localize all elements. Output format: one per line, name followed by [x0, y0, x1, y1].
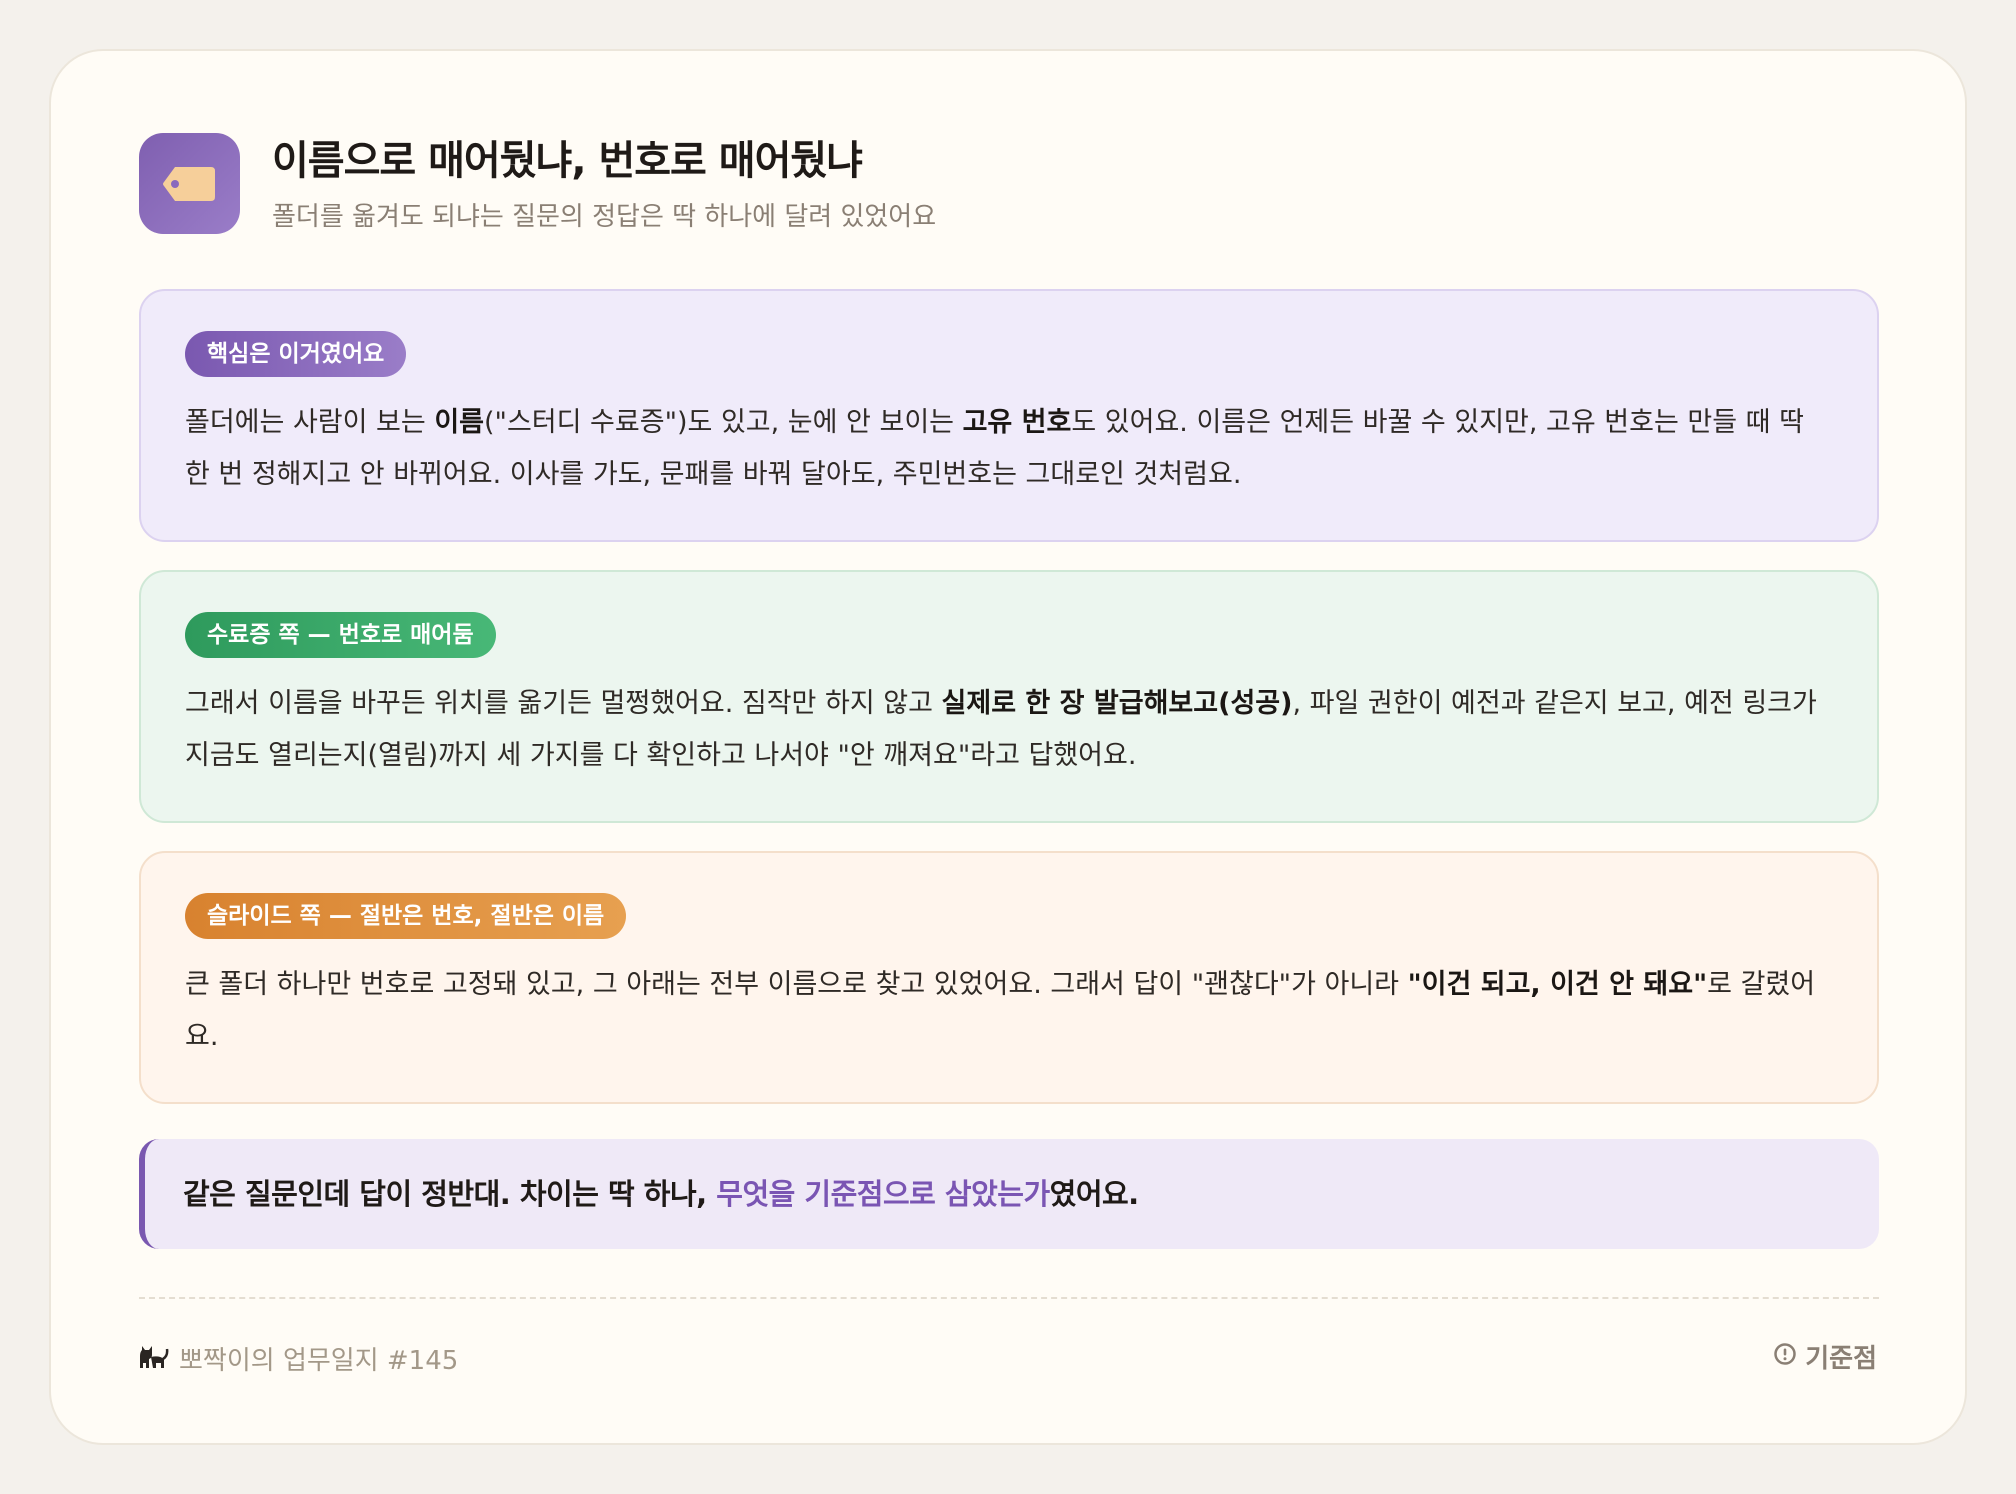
- log-card: 이름으로 매어뒀냐, 번호로 매어뒀냐 폴더를 옮겨도 되냐는 질문의 정답은 …: [49, 49, 1967, 1445]
- page-title: 이름으로 매어뒀냐, 번호로 매어뒀냐: [272, 138, 863, 184]
- page-subtitle: 폴더를 옮겨도 되냐는 질문의 정답은 딱 하나에 달려 있었어요: [272, 202, 937, 232]
- section-slides: 슬라이드 쪽 — 절반은 번호, 절반은 이름 큰 폴더 하나만 번호로 고정돼…: [139, 851, 1879, 1104]
- footer-series: 뽀짝이의 업무일지 #145: [139, 1341, 458, 1381]
- conclusion-callout: 같은 질문인데 답이 정반대. 차이는 딱 하나, 무엇을 기준점으로 삼았는가…: [139, 1139, 1879, 1249]
- section-badge: 슬라이드 쪽 — 절반은 번호, 절반은 이름: [185, 893, 627, 939]
- section-body: 그래서 이름을 바꾸든 위치를 옮기든 멀쩡했어요. 짐작만 하지 않고 실제로…: [185, 688, 1817, 771]
- cat-icon: [139, 1342, 169, 1382]
- section-certificate: 수료증 쪽 — 번호로 매어둠 그래서 이름을 바꾸든 위치를 옮기든 멀쩡했어…: [139, 570, 1879, 823]
- header: 이름으로 매어뒀냐, 번호로 매어뒀냐 폴더를 옮겨도 되냐는 질문의 정답은 …: [139, 133, 1877, 253]
- section-badge: 수료증 쪽 — 번호로 매어둠: [185, 612, 496, 658]
- section-body: 폴더에는 사람이 보는 이름("스터디 수료증")도 있고, 눈에 안 보이는 …: [185, 407, 1804, 490]
- callout-accent: 무엇을 기준점으로 삼았는가: [716, 1177, 1050, 1211]
- divider: [139, 1297, 1879, 1299]
- info-circle-icon: [1773, 1338, 1797, 1378]
- section-core: 핵심은 이거였어요 폴더에는 사람이 보는 이름("스터디 수료증")도 있고,…: [139, 289, 1879, 542]
- footer-series-text: 뽀짝이의 업무일지 #145: [179, 1346, 459, 1376]
- footer-tag-text: 기준점: [1805, 1344, 1877, 1374]
- section-body: 큰 폴더 하나만 번호로 고정돼 있고, 그 아래는 전부 이름으로 찾고 있었…: [185, 969, 1816, 1052]
- price-tag-icon: [139, 133, 240, 234]
- section-badge: 핵심은 이거였어요: [185, 331, 407, 377]
- footer-tag: 기준점: [1773, 1339, 1877, 1379]
